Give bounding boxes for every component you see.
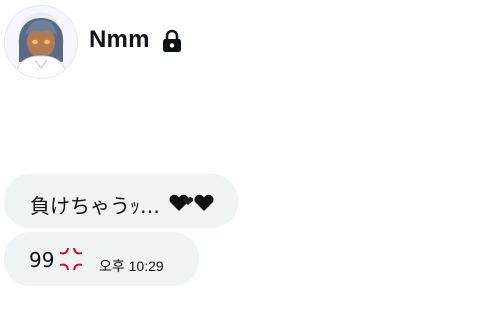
black-hearts-icon (169, 194, 214, 211)
lock-icon (163, 29, 181, 52)
message-timestamp: 오후 10:29 (99, 258, 164, 274)
conversation-display-name[interactable]: Nmm (89, 26, 150, 54)
conversation-header: Nmm (0, 0, 488, 90)
anger-symbol-icon (60, 248, 82, 270)
message-bubble[interactable]: 99 오후 10:29 (4, 232, 199, 286)
message-text: 99 (29, 248, 55, 272)
message-bubble[interactable]: 負けちゃうｯ… (4, 174, 238, 228)
message-text: 負けちゃうｯ… (30, 194, 160, 218)
avatar[interactable] (4, 5, 78, 79)
